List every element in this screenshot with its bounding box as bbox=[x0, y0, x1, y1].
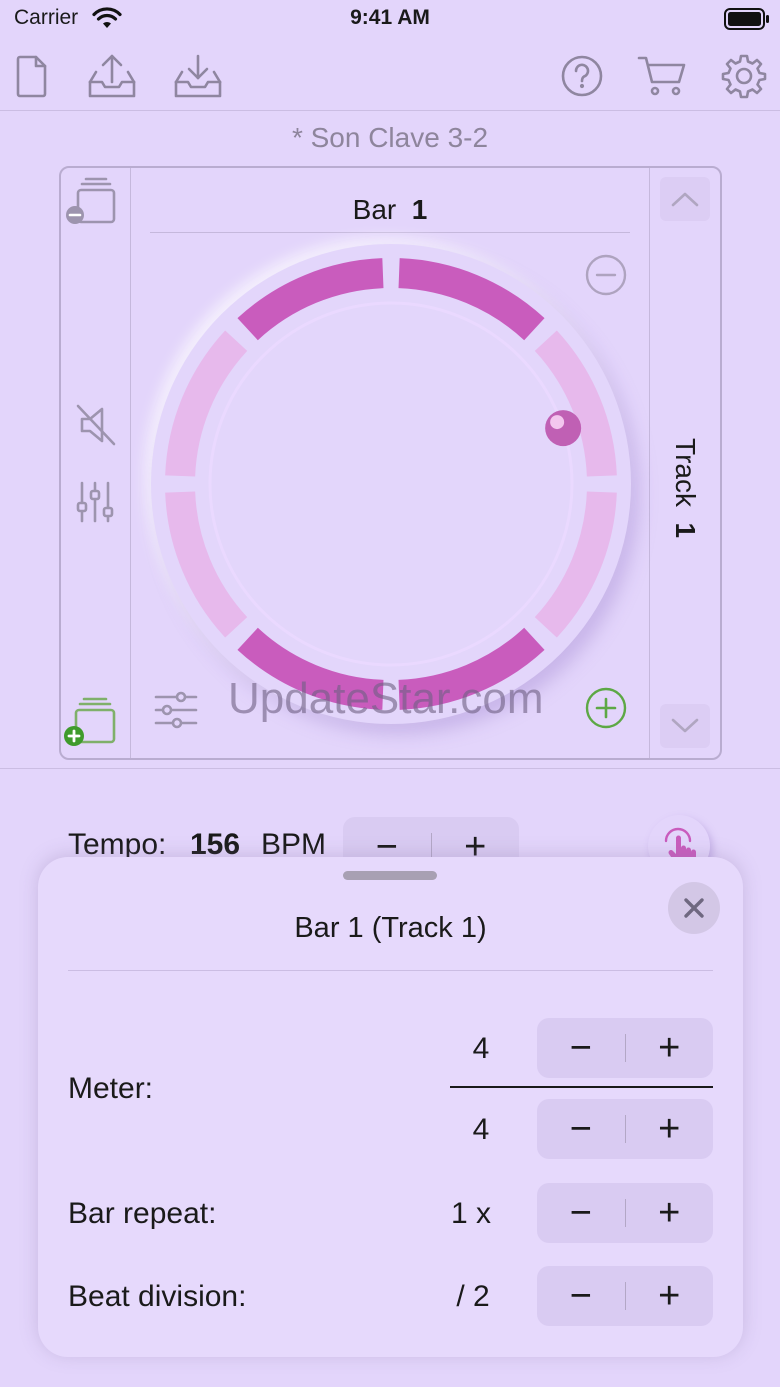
cart-icon[interactable] bbox=[636, 50, 688, 102]
bar-repeat-minus-button[interactable]: − bbox=[537, 1183, 625, 1243]
panel-bottom-divider bbox=[0, 768, 780, 769]
meter-denominator-stepper: − + bbox=[537, 1099, 713, 1159]
meter-denominator-minus-button[interactable]: − bbox=[537, 1099, 625, 1159]
beat-ring[interactable] bbox=[151, 244, 631, 724]
beat-division-value: / 2 bbox=[456, 1280, 490, 1313]
track-label-text: Track bbox=[670, 437, 701, 507]
help-icon[interactable] bbox=[556, 50, 608, 102]
bar-title-divider bbox=[150, 232, 630, 233]
scroll-down-button[interactable] bbox=[660, 704, 710, 748]
watermark: UpdateStar.com bbox=[228, 674, 544, 723]
bar-repeat-stepper: − + bbox=[537, 1183, 713, 1243]
status-time: 9:41 AM bbox=[350, 6, 430, 29]
add-bar-icon[interactable] bbox=[62, 696, 120, 755]
bar-repeat-label: Bar repeat: bbox=[68, 1197, 217, 1230]
new-file-icon[interactable] bbox=[6, 50, 58, 102]
sheet-divider bbox=[68, 970, 713, 971]
beat-division-label: Beat division: bbox=[68, 1280, 247, 1313]
meter-numerator-plus-button[interactable]: + bbox=[626, 1018, 714, 1078]
settings-icon[interactable] bbox=[718, 50, 770, 102]
import-icon[interactable] bbox=[172, 50, 224, 102]
sheet-title: Bar 1 (Track 1) bbox=[294, 912, 487, 944]
chevron-up-icon bbox=[671, 192, 699, 207]
bar-label: Bar bbox=[352, 194, 397, 225]
mixer-icon[interactable] bbox=[74, 480, 116, 529]
mute-icon[interactable] bbox=[74, 402, 118, 453]
playhead-ball bbox=[545, 410, 582, 447]
remove-beat-icon[interactable] bbox=[584, 253, 628, 302]
beat-division-minus-button[interactable]: − bbox=[537, 1266, 625, 1326]
bar-title: Bar 1 bbox=[150, 194, 630, 226]
meter-label: Meter: bbox=[68, 1072, 154, 1105]
bar-settings-sliders-icon[interactable] bbox=[153, 690, 199, 735]
meter-fraction-line bbox=[450, 1086, 713, 1088]
bar-repeat-plus-button[interactable]: + bbox=[626, 1183, 714, 1243]
battery-icon bbox=[724, 8, 770, 35]
meter-numerator-minus-button[interactable]: − bbox=[537, 1018, 625, 1078]
meter-denominator-plus-button[interactable]: + bbox=[626, 1099, 714, 1159]
bar-repeat-value: 1 x bbox=[450, 1197, 492, 1230]
left-column-divider bbox=[130, 168, 131, 758]
add-beat-icon[interactable] bbox=[584, 686, 628, 735]
remove-bar-icon[interactable] bbox=[64, 176, 120, 233]
chevron-down-icon bbox=[671, 718, 699, 733]
track-label: Track 1 bbox=[650, 388, 720, 588]
song-title: * Son Clave 3-2 bbox=[291, 122, 489, 153]
beat-division-plus-button[interactable]: + bbox=[626, 1266, 714, 1326]
track-number: 1 bbox=[670, 522, 701, 539]
scroll-up-button[interactable] bbox=[660, 177, 710, 221]
toolbar-divider bbox=[0, 110, 780, 111]
meter-denominator: 4 bbox=[472, 1113, 490, 1146]
meter-numerator: 4 bbox=[472, 1032, 490, 1065]
sheet-drag-handle[interactable] bbox=[343, 871, 437, 880]
beat-division-stepper: − + bbox=[537, 1266, 713, 1326]
playhead-highlight bbox=[550, 415, 565, 430]
bar-number: 1 bbox=[411, 194, 428, 225]
export-icon[interactable] bbox=[86, 50, 138, 102]
meter-numerator-stepper: − + bbox=[537, 1018, 713, 1078]
